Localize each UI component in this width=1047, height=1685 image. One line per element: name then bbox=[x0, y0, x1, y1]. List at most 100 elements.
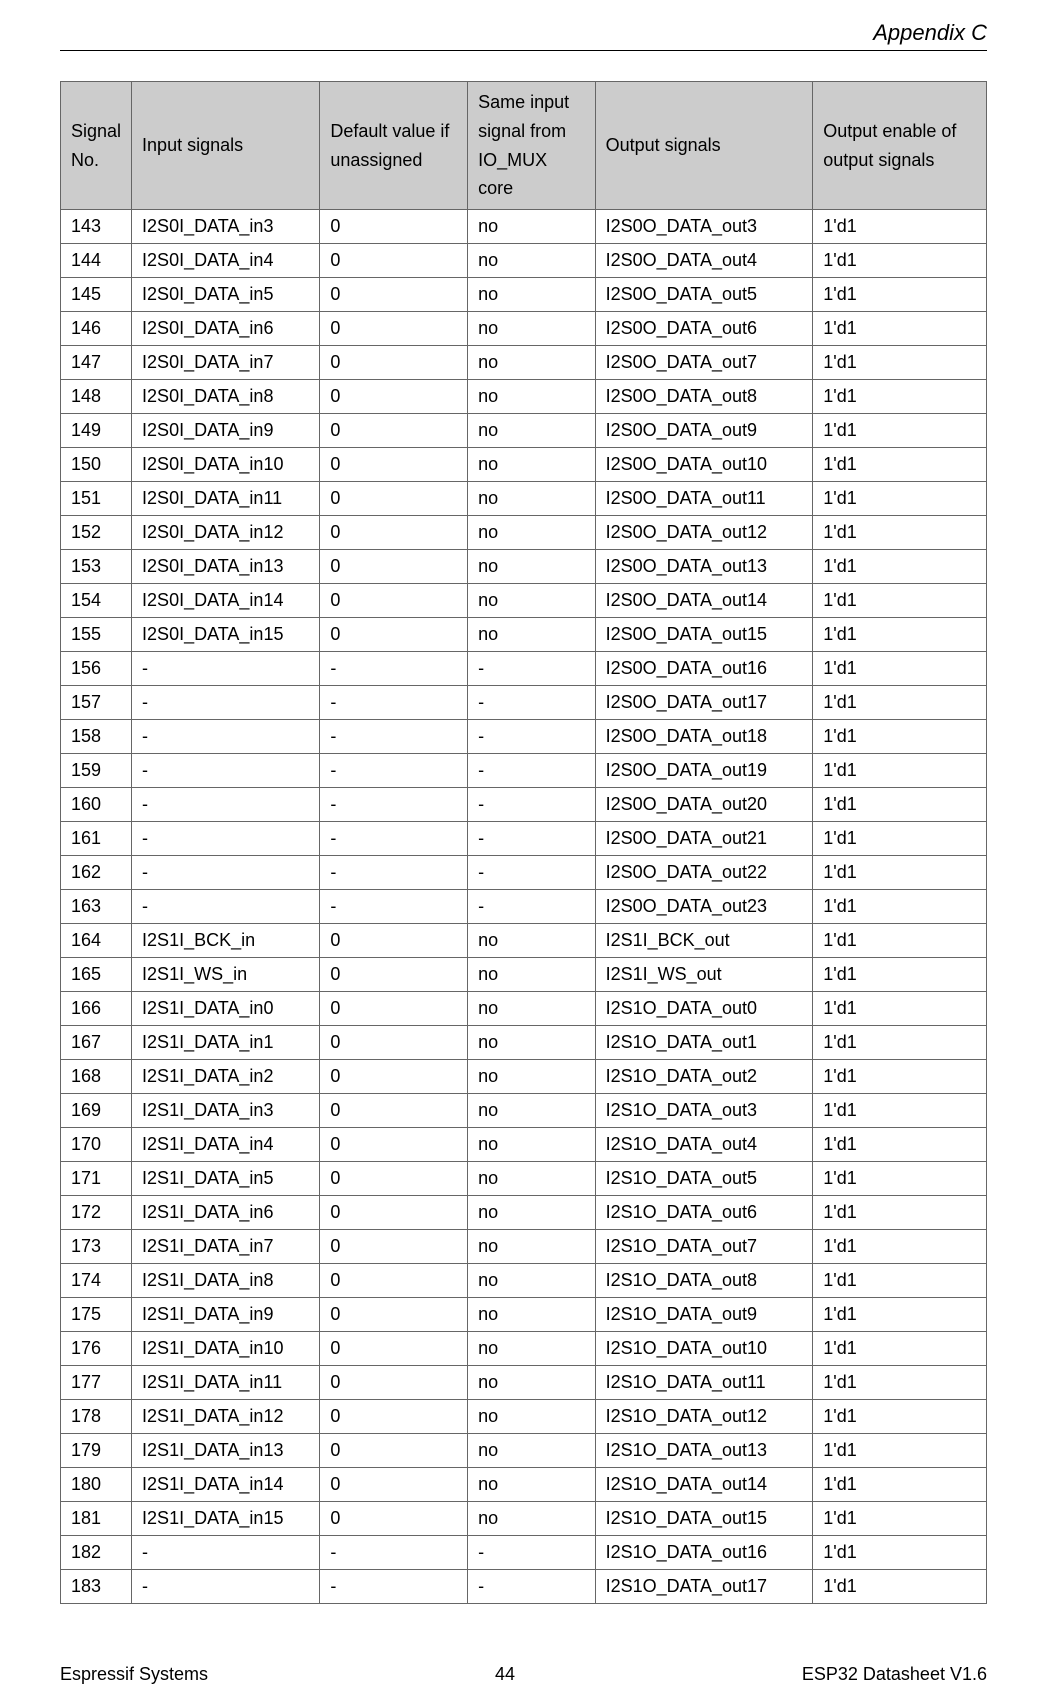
col-signal-no: Signal No. bbox=[61, 82, 132, 210]
table-cell: no bbox=[468, 1366, 596, 1400]
table-cell: 1'd1 bbox=[813, 278, 987, 312]
table-cell: I2S1O_DATA_out4 bbox=[595, 1128, 813, 1162]
table-cell: 161 bbox=[61, 822, 132, 856]
table-cell: 165 bbox=[61, 958, 132, 992]
table-cell: I2S1O_DATA_out13 bbox=[595, 1434, 813, 1468]
table-cell: 0 bbox=[320, 584, 468, 618]
table-cell: - bbox=[132, 652, 320, 686]
table-cell: - bbox=[320, 1536, 468, 1570]
table-cell: no bbox=[468, 992, 596, 1026]
table-cell: - bbox=[468, 788, 596, 822]
table-cell: - bbox=[468, 1536, 596, 1570]
table-cell: I2S0I_DATA_in7 bbox=[132, 346, 320, 380]
table-cell: 162 bbox=[61, 856, 132, 890]
table-cell: 1'd1 bbox=[813, 1094, 987, 1128]
table-cell: 1'd1 bbox=[813, 1298, 987, 1332]
table-cell: - bbox=[468, 822, 596, 856]
footer-page-number: 44 bbox=[495, 1664, 515, 1685]
table-cell: 183 bbox=[61, 1570, 132, 1604]
table-cell: 1'd1 bbox=[813, 482, 987, 516]
table-cell: 1'd1 bbox=[813, 346, 987, 380]
table-cell: 1'd1 bbox=[813, 686, 987, 720]
table-row: 169I2S1I_DATA_in30noI2S1O_DATA_out31'd1 bbox=[61, 1094, 987, 1128]
table-row: 144I2S0I_DATA_in40noI2S0O_DATA_out41'd1 bbox=[61, 244, 987, 278]
table-cell: 1'd1 bbox=[813, 1162, 987, 1196]
table-cell: - bbox=[320, 1570, 468, 1604]
table-row: 171I2S1I_DATA_in50noI2S1O_DATA_out51'd1 bbox=[61, 1162, 987, 1196]
table-cell: no bbox=[468, 448, 596, 482]
table-row: 164I2S1I_BCK_in0noI2S1I_BCK_out1'd1 bbox=[61, 924, 987, 958]
table-cell: I2S0I_DATA_in3 bbox=[132, 210, 320, 244]
table-cell: I2S1I_DATA_in9 bbox=[132, 1298, 320, 1332]
table-cell: 1'd1 bbox=[813, 312, 987, 346]
table-cell: - bbox=[468, 720, 596, 754]
table-cell: no bbox=[468, 1332, 596, 1366]
table-cell: I2S0I_DATA_in12 bbox=[132, 516, 320, 550]
table-cell: no bbox=[468, 312, 596, 346]
table-cell: 0 bbox=[320, 924, 468, 958]
table-row: 173I2S1I_DATA_in70noI2S1O_DATA_out71'd1 bbox=[61, 1230, 987, 1264]
table-cell: 149 bbox=[61, 414, 132, 448]
table-cell: - bbox=[320, 856, 468, 890]
table-cell: - bbox=[320, 754, 468, 788]
table-cell: I2S0O_DATA_out5 bbox=[595, 278, 813, 312]
table-cell: no bbox=[468, 1026, 596, 1060]
table-row: 167I2S1I_DATA_in10noI2S1O_DATA_out11'd1 bbox=[61, 1026, 987, 1060]
table-cell: - bbox=[320, 822, 468, 856]
table-cell: 171 bbox=[61, 1162, 132, 1196]
col-output-signals: Output signals bbox=[595, 82, 813, 210]
table-cell: no bbox=[468, 380, 596, 414]
table-cell: 0 bbox=[320, 1400, 468, 1434]
table-cell: I2S0I_DATA_in10 bbox=[132, 448, 320, 482]
table-cell: I2S1O_DATA_out5 bbox=[595, 1162, 813, 1196]
table-cell: 173 bbox=[61, 1230, 132, 1264]
table-cell: 0 bbox=[320, 1264, 468, 1298]
table-cell: no bbox=[468, 1502, 596, 1536]
table-cell: 0 bbox=[320, 958, 468, 992]
table-row: 157---I2S0O_DATA_out171'd1 bbox=[61, 686, 987, 720]
table-cell: no bbox=[468, 1264, 596, 1298]
table-row: 176I2S1I_DATA_in100noI2S1O_DATA_out101'd… bbox=[61, 1332, 987, 1366]
table-cell: 182 bbox=[61, 1536, 132, 1570]
table-cell: 152 bbox=[61, 516, 132, 550]
table-cell: I2S1I_DATA_in8 bbox=[132, 1264, 320, 1298]
table-cell: 180 bbox=[61, 1468, 132, 1502]
table-cell: I2S1O_DATA_out11 bbox=[595, 1366, 813, 1400]
table-cell: - bbox=[132, 686, 320, 720]
table-cell: I2S1O_DATA_out3 bbox=[595, 1094, 813, 1128]
table-cell: I2S0I_DATA_in11 bbox=[132, 482, 320, 516]
table-cell: 169 bbox=[61, 1094, 132, 1128]
table-header-row: Signal No. Input signals Default value i… bbox=[61, 82, 987, 210]
table-row: 161---I2S0O_DATA_out211'd1 bbox=[61, 822, 987, 856]
table-cell: 157 bbox=[61, 686, 132, 720]
table-cell: - bbox=[468, 1570, 596, 1604]
table-cell: I2S0O_DATA_out13 bbox=[595, 550, 813, 584]
table-cell: - bbox=[132, 890, 320, 924]
table-cell: I2S0I_DATA_in9 bbox=[132, 414, 320, 448]
table-cell: - bbox=[132, 720, 320, 754]
table-cell: 0 bbox=[320, 618, 468, 652]
table-row: 172I2S1I_DATA_in60noI2S1O_DATA_out61'd1 bbox=[61, 1196, 987, 1230]
table-cell: 1'd1 bbox=[813, 1060, 987, 1094]
table-cell: 0 bbox=[320, 1094, 468, 1128]
table-row: 162---I2S0O_DATA_out221'd1 bbox=[61, 856, 987, 890]
table-cell: I2S1O_DATA_out0 bbox=[595, 992, 813, 1026]
table-cell: 1'd1 bbox=[813, 856, 987, 890]
signal-table: Signal No. Input signals Default value i… bbox=[60, 81, 987, 1604]
table-cell: 163 bbox=[61, 890, 132, 924]
table-cell: 0 bbox=[320, 1230, 468, 1264]
table-cell: 1'd1 bbox=[813, 1400, 987, 1434]
table-cell: I2S1I_DATA_in15 bbox=[132, 1502, 320, 1536]
table-cell: 1'd1 bbox=[813, 584, 987, 618]
table-cell: 181 bbox=[61, 1502, 132, 1536]
table-cell: 1'd1 bbox=[813, 1502, 987, 1536]
table-row: 153I2S0I_DATA_in130noI2S0O_DATA_out131'd… bbox=[61, 550, 987, 584]
page-header: Appendix C bbox=[60, 0, 987, 51]
table-cell: 167 bbox=[61, 1026, 132, 1060]
table-cell: no bbox=[468, 958, 596, 992]
table-cell: 0 bbox=[320, 1196, 468, 1230]
table-cell: - bbox=[468, 890, 596, 924]
table-cell: 1'd1 bbox=[813, 1366, 987, 1400]
table-cell: 0 bbox=[320, 210, 468, 244]
table-row: 149I2S0I_DATA_in90noI2S0O_DATA_out91'd1 bbox=[61, 414, 987, 448]
